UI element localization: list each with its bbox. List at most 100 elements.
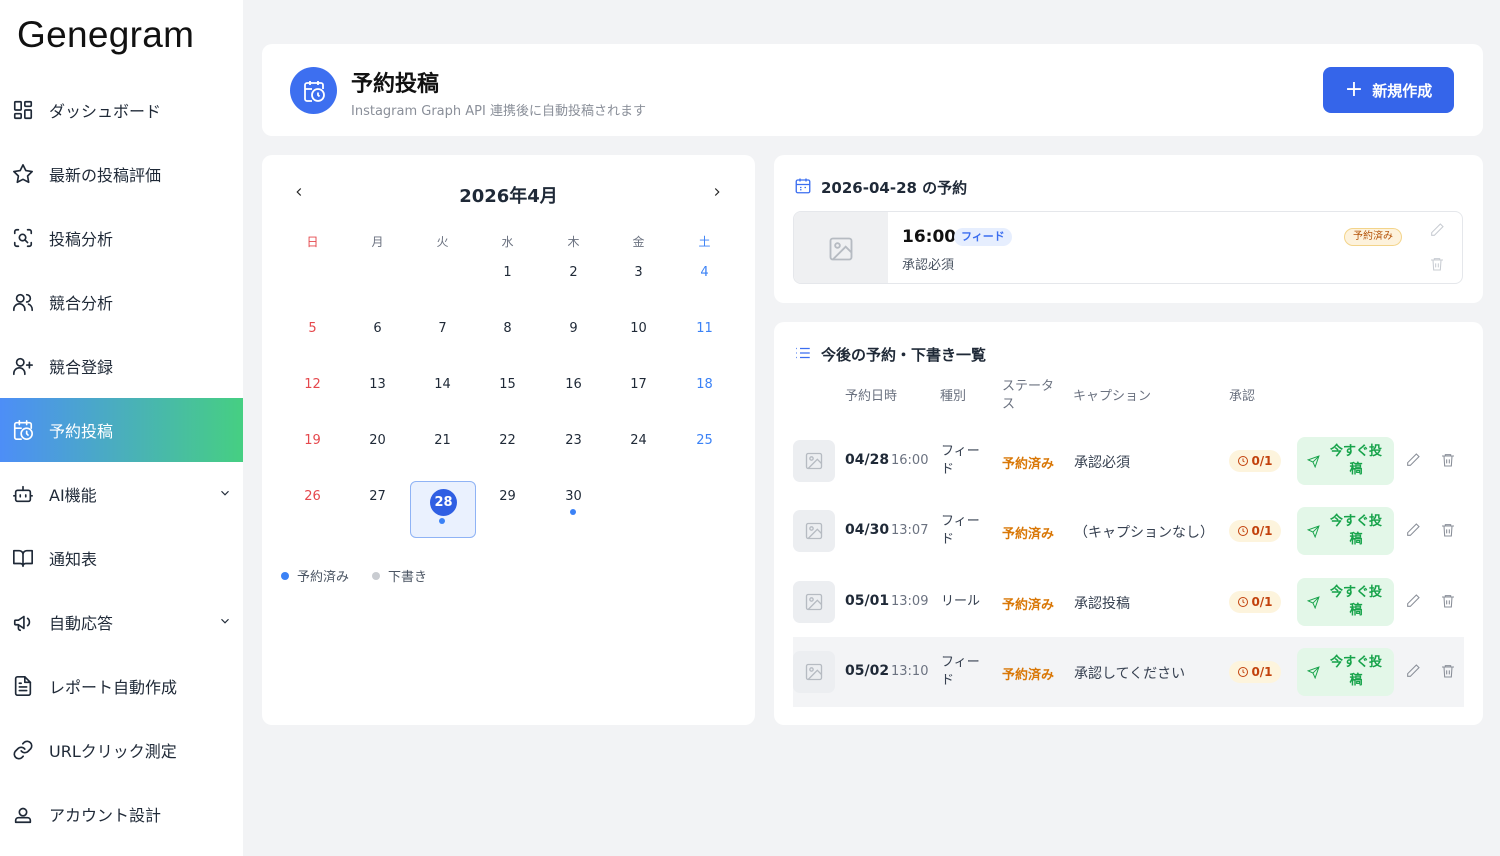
sidebar-item-latest-evaluation[interactable]: 最新の投稿評価 [0,142,243,206]
trash-icon[interactable] [1440,663,1458,681]
calendar-day[interactable]: 17 [606,377,671,392]
sidebar-item-competitor-registration[interactable]: 競合登録 [0,334,243,398]
sidebar-item-scheduled-posts[interactable]: 予約投稿 [0,398,243,462]
calendar-day[interactable]: 16 [541,377,606,392]
post-now-button[interactable]: 今すぐ投稿 [1297,578,1394,626]
calendar-day[interactable]: 2 [541,265,606,280]
row-time: 16:00 [891,453,929,468]
edit-icon[interactable] [1405,452,1423,470]
weekday-label: 金 [632,235,645,249]
column-header-type: 種別 [940,389,967,404]
calendar-day[interactable]: 30 [541,489,606,504]
weekday-label: 土 [698,235,711,249]
table-row[interactable]: 05/01 13:09 リール 予約済み 承認投稿 0/1 今すぐ投稿 [793,567,1464,637]
sidebar-item-ai-features[interactable]: AI機能 [0,462,243,526]
calendar-day[interactable]: 9 [541,321,606,336]
chevron-down-icon[interactable] [218,613,234,629]
calendar-day[interactable]: 23 [541,433,606,448]
scheduled-dot [570,509,576,515]
calendar-day[interactable]: 3 [606,265,671,280]
trash-icon[interactable] [1429,256,1447,274]
calendar-day[interactable]: 7 [410,321,475,336]
app-logo[interactable]: Genegram [17,14,194,56]
sidebar-item-label: レポート自動作成 [49,678,178,697]
calendar-day[interactable]: 18 [672,377,737,392]
post-now-label: 今すぐ投稿 [1329,514,1382,547]
edit-icon[interactable] [1405,593,1423,611]
edit-icon[interactable] [1405,663,1423,681]
calendar-day[interactable]: 20 [345,433,410,448]
reservation-caption: 承認必須 [902,258,955,273]
sidebar-item-report-generation[interactable]: レポート自動作成 [0,654,243,718]
calendar-day[interactable]: 5 [280,321,345,336]
sidebar-item-notification-table[interactable]: 通知表 [0,526,243,590]
row-time: 13:07 [891,523,929,538]
calendar-day[interactable]: 21 [410,433,475,448]
calendar-day-selected[interactable]: 28 [430,489,457,516]
link-icon [11,738,35,762]
approval-count: 0/1 [1251,524,1273,538]
calendar-month-label: 2026年4月 [459,186,558,207]
edit-icon[interactable] [1405,522,1423,540]
calendar-day[interactable]: 27 [345,489,410,504]
calendar-day[interactable]: 14 [410,377,475,392]
table-row[interactable]: 05/02 13:10 フィード 予約済み 承認してください 0/1 今すぐ投稿 [793,637,1464,707]
image-placeholder-icon [794,212,888,283]
row-date: 05/02 [845,663,890,679]
column-header-caption: キャプション [1073,389,1152,404]
new-post-button-label: 新規作成 [1372,81,1433,100]
calendar-day[interactable]: 24 [606,433,671,448]
sidebar-item-auto-reply[interactable]: 自動応答 [0,590,243,654]
weekday-label: 火 [436,235,449,249]
approval-count: 0/1 [1251,595,1273,609]
trash-icon[interactable] [1440,452,1458,470]
trash-icon[interactable] [1440,522,1458,540]
calendar-day[interactable]: 12 [280,377,345,392]
calendar-day[interactable]: 26 [280,489,345,504]
calendar-day[interactable]: 25 [672,433,737,448]
sidebar-item-url-click[interactable]: URLクリック測定 [0,718,243,782]
legend-draft: 下書き [372,566,427,585]
post-now-button[interactable]: 今すぐ投稿 [1297,648,1394,696]
calendar-day[interactable]: 22 [475,433,540,448]
calendar-day[interactable]: 29 [475,489,540,504]
sidebar-item-dashboard[interactable]: ダッシュボード [0,78,243,142]
edit-icon[interactable] [1429,222,1447,240]
send-icon [1307,665,1320,679]
row-date: 04/28 [845,452,890,468]
clock-icon [1238,597,1249,607]
dashboard-icon [11,98,35,122]
table-row[interactable]: 04/30 13:07 フィード 予約済み （キャプションなし） 0/1 今すぐ投稿 [793,496,1464,566]
page-subtitle: Instagram Graph API 連携後に自動投稿されます [351,104,646,119]
row-caption: 承認してください [1074,666,1186,682]
calendar-day[interactable]: 1 [475,265,540,280]
row-status: 予約済み [1002,598,1055,613]
trash-icon[interactable] [1440,593,1458,611]
post-now-button[interactable]: 今すぐ投稿 [1297,507,1394,555]
calendar-day[interactable]: 15 [475,377,540,392]
calendar-day[interactable]: 11 [672,321,737,336]
table-row[interactable]: 04/28 16:00 フィード 予約済み 承認必須 0/1 今すぐ投稿 [793,426,1464,496]
calendar-day[interactable]: 13 [345,377,410,392]
sidebar-item-post-analysis[interactable]: 投稿分析 [0,206,243,270]
calendar-day[interactable]: 6 [345,321,410,336]
calendar-day[interactable]: 10 [606,321,671,336]
clock-icon [1238,526,1249,536]
next-month-button[interactable] [706,181,728,203]
sidebar-item-label: 競合分析 [49,294,114,313]
weekday-label: 月 [371,235,384,249]
chevron-down-icon[interactable] [218,485,234,501]
reservation-card[interactable]: 16:00 フィード 承認必須 予約済み [793,211,1463,284]
clock-icon [1238,456,1249,466]
post-now-button[interactable]: 今すぐ投稿 [1297,437,1394,485]
new-post-button[interactable]: + 新規作成 [1323,67,1454,113]
sidebar-item-account-design[interactable]: アカウント設計 [0,782,243,846]
users-icon [11,290,35,314]
calendar-day[interactable]: 19 [280,433,345,448]
sidebar-item-label: 通知表 [49,550,98,569]
calendar-day[interactable]: 4 [672,265,737,280]
page-title: 予約投稿 [351,72,440,97]
sidebar-item-competitor-analysis[interactable]: 競合分析 [0,270,243,334]
calendar-day[interactable]: 8 [475,321,540,336]
sidebar-nav: ダッシュボード 最新の投稿評価 投稿分析 競合分析 競合登録 予約投稿 AI機能 [0,78,243,846]
